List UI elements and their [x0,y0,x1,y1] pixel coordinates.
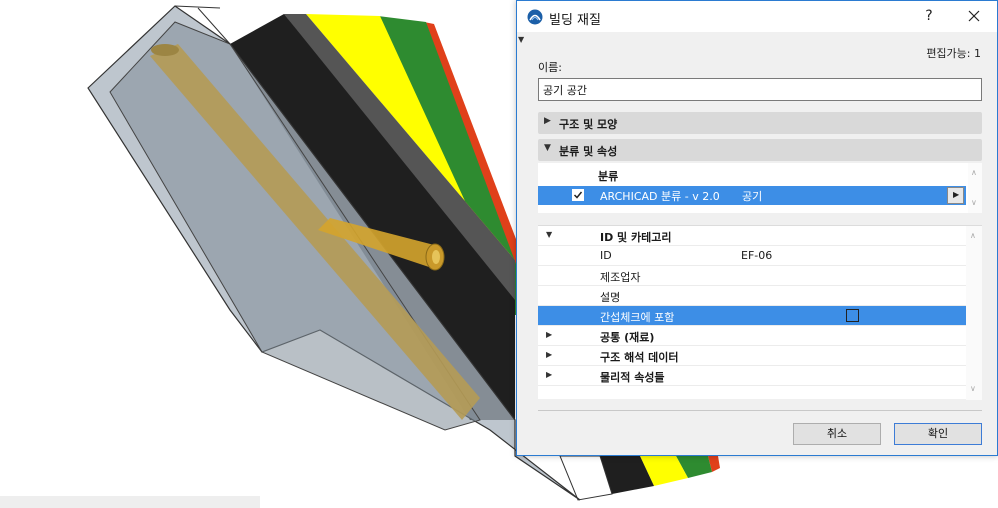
triangle-down-icon: ▼ [544,143,551,153]
classification-picker-button[interactable]: ▶ [947,187,964,204]
group-common-material[interactable]: ▶ 공통 (재료) [538,326,966,346]
section-structure-label: 구조 및 모양 [559,118,618,131]
editable-count: 편집가능: 1 [926,47,981,60]
triangle-right-icon: ▶ [546,330,553,339]
triangle-down-icon: ▼ [546,230,553,239]
triangle-right-icon: ▶ [953,190,960,199]
checkmark-icon [573,191,583,199]
help-button[interactable]: ? [917,5,941,27]
properties-panel: ▼ ID 및 카테고리 ID EF-06 제조업자 설명 간섭체크에 포함 ▶ … [538,225,982,400]
classification-header: 분류 [598,170,619,183]
section-classification-header[interactable]: ▼ 분류 및 속성 [538,139,982,161]
archicad-logo-icon [527,9,543,25]
cancel-button[interactable]: 취소 [793,423,881,445]
property-key: 설명 [600,291,621,304]
group-id-category[interactable]: ▼ ID 및 카테고리 [538,226,966,246]
close-icon [968,10,980,22]
property-key: 제조업자 [600,271,641,284]
scroll-up-icon[interactable]: ∧ [971,168,977,177]
name-input[interactable] [538,78,982,101]
name-label: 이름: [538,61,562,74]
section-classification-label: 분류 및 속성 [559,145,618,158]
property-key: ID [600,249,612,262]
classification-panel: 분류 ARCHICAD 분류 - v 2.0 공기 ▶ ∧ ∨ [538,163,982,213]
ok-button[interactable]: 확인 [894,423,982,445]
property-value[interactable]: EF-06 [741,249,772,262]
glass-edge [174,5,221,9]
property-row-selected[interactable]: 간섭체크에 포함 [538,306,966,326]
title-bar: 빌딩 재질 ? [517,1,997,32]
options-caret-icon[interactable]: ▼ [518,35,524,44]
group-physical-properties[interactable]: ▶ 물리적 속성들 [538,366,966,386]
scroll-down-icon[interactable]: ∨ [971,198,977,207]
pipe-end-top [151,44,179,56]
classification-scrollbar[interactable]: ∧ ∨ [968,163,982,213]
property-key: 간섭체크에 포함 [600,311,675,324]
property-row[interactable]: 제조업자 [538,266,966,286]
ground-strip [0,496,260,508]
triangle-right-icon: ▶ [546,370,553,379]
section-structure-header[interactable]: ▶ 구조 및 모양 [538,112,982,134]
group-label: 물리적 속성들 [600,371,665,384]
classification-value: 공기 [742,190,763,203]
group-structural-analysis[interactable]: ▶ 구조 해석 데이터 [538,346,966,366]
classification-checkbox[interactable] [572,189,584,201]
divider [538,410,982,411]
close-button[interactable] [961,5,987,27]
group-label: 공통 (재료) [600,331,655,344]
group-label: ID 및 카테고리 [600,231,672,244]
property-row[interactable]: 설명 [538,286,966,306]
pipe-branch-hole [432,250,440,264]
scroll-up-icon[interactable]: ∧ [970,231,976,240]
building-material-dialog: 빌딩 재질 ? ▼ 편집가능: 1 이름: ▶ 구조 및 모양 ▼ 분류 및 속… [516,0,998,456]
classification-row[interactable]: ARCHICAD 분류 - v 2.0 공기 ▶ [538,186,966,205]
clash-detection-checkbox[interactable] [846,309,859,322]
triangle-right-icon: ▶ [544,116,551,126]
properties-scrollbar[interactable]: ∧ ∨ [966,226,982,400]
property-row[interactable]: ID EF-06 [538,246,966,266]
dialog-title: 빌딩 재질 [549,13,601,28]
triangle-right-icon: ▶ [546,350,553,359]
classification-system: ARCHICAD 분류 - v 2.0 [600,190,720,203]
scroll-down-icon[interactable]: ∨ [970,384,976,393]
group-label: 구조 해석 데이터 [600,351,679,364]
